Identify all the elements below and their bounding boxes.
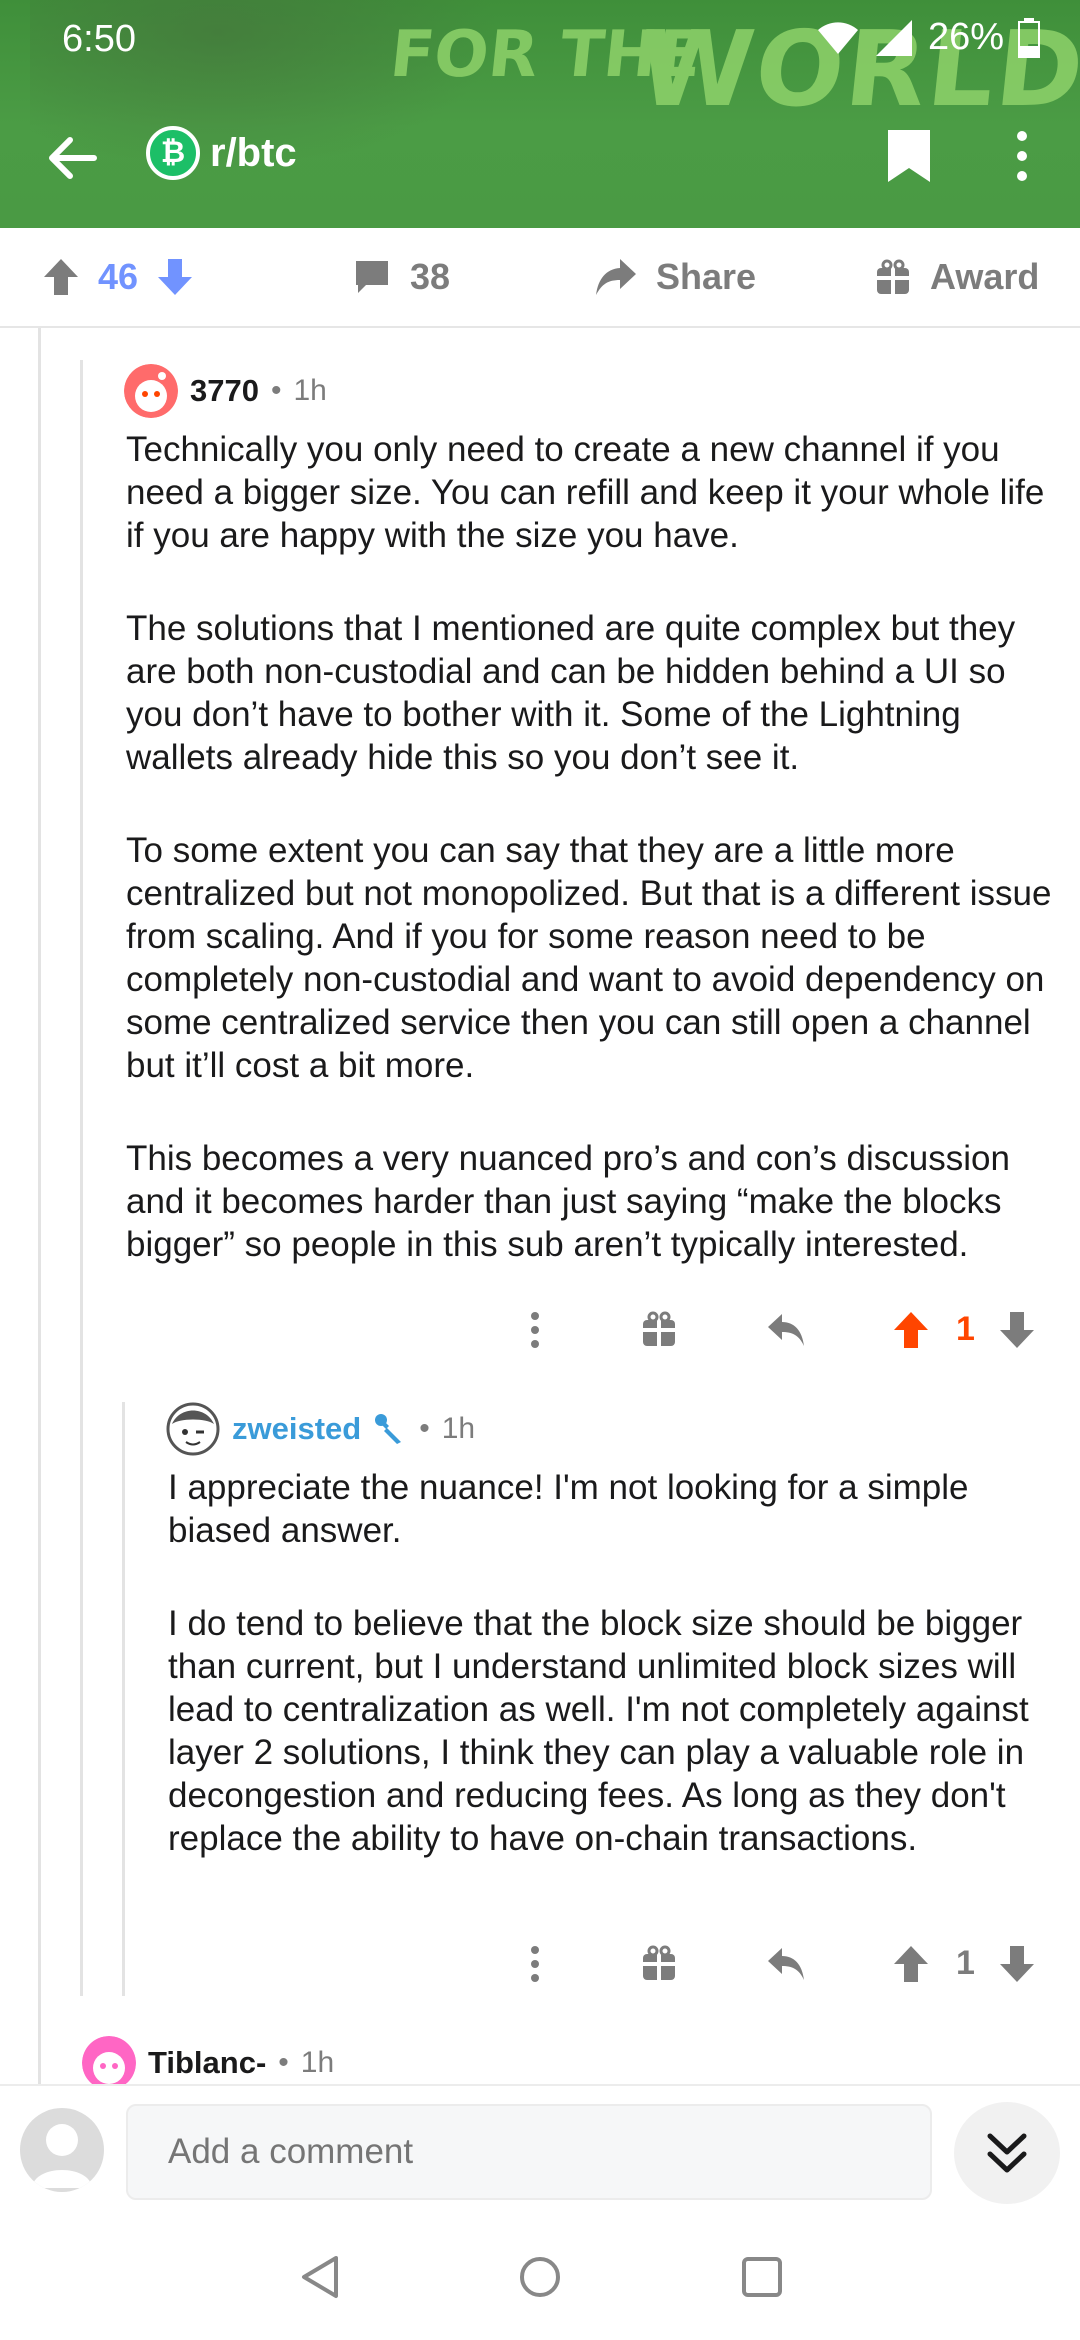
- comment-paragraph: This becomes a very nuanced pro’s and co…: [126, 1139, 1010, 1264]
- post-header-banner: FOR THE WORLD? 6:50 26% ₿ r/btc: [0, 0, 1080, 228]
- comment-header[interactable]: Tiblanc- • 1h: [82, 2036, 334, 2090]
- comment-paragraph: Technically you only need to create a ne…: [126, 430, 1045, 555]
- wifi-icon: [817, 21, 858, 54]
- wrench-flair-icon: [375, 1414, 402, 1444]
- comment-separator: •: [419, 1412, 430, 1445]
- thread-line-level-0[interactable]: [38, 328, 41, 2084]
- battery-icon: [1018, 17, 1040, 58]
- comment-paragraph: To some extent you can say that they are…: [126, 831, 1052, 1085]
- avatar[interactable]: [82, 2036, 136, 2090]
- subreddit-name: r/btc: [210, 130, 297, 175]
- reply-icon[interactable]: [766, 1312, 806, 1348]
- comment-header[interactable]: 3770 • 1h: [124, 364, 327, 418]
- cellular-signal-icon: [875, 19, 912, 56]
- double-chevron-down-icon: [987, 2133, 1027, 2173]
- comment-time: 1h: [441, 1412, 476, 1445]
- bookmark-icon[interactable]: [884, 126, 934, 186]
- more-options-icon[interactable]: [520, 1934, 550, 1994]
- post-vote-group: 46: [42, 256, 194, 298]
- gift-icon[interactable]: [640, 1944, 678, 1982]
- comment-paragraph: I appreciate the nuance! I'm not looking…: [168, 1468, 969, 1550]
- upvote-icon[interactable]: [892, 1944, 930, 1984]
- share-button[interactable]: Share: [594, 256, 756, 298]
- comment-separator: •: [270, 374, 282, 407]
- nav-recents-icon[interactable]: [740, 2254, 784, 2300]
- gift-icon[interactable]: [640, 1310, 678, 1348]
- nav-home-icon[interactable]: [518, 2254, 562, 2300]
- more-options-icon[interactable]: [1006, 126, 1038, 186]
- subreddit-link[interactable]: ₿ r/btc: [146, 126, 297, 180]
- comment-time: 1h: [300, 2046, 335, 2079]
- downvote-icon[interactable]: [998, 1310, 1036, 1350]
- comment-body[interactable]: I appreciate the nuance! I'm not looking…: [168, 1466, 1058, 1860]
- upvote-icon[interactable]: [42, 257, 80, 297]
- comments-button[interactable]: 38: [352, 256, 450, 298]
- subreddit-icon: ₿: [146, 126, 200, 180]
- gift-icon: [877, 259, 909, 294]
- comment-score: 1: [956, 1944, 975, 1982]
- comment-author[interactable]: 3770: [190, 373, 259, 409]
- comment-header[interactable]: zweisted • 1h: [166, 1402, 475, 1456]
- user-avatar[interactable]: [20, 2108, 104, 2192]
- thread-line-level-2[interactable]: [122, 1402, 125, 1996]
- comment-body[interactable]: Technically you only need to create a ne…: [126, 428, 1056, 1266]
- back-arrow-icon[interactable]: [44, 130, 100, 186]
- post-action-bar: 46 38 Share Award: [0, 228, 1080, 328]
- nav-back-icon[interactable]: [298, 2254, 342, 2300]
- reply-icon[interactable]: [766, 1946, 806, 1982]
- app-bar: ₿ r/btc: [0, 112, 1080, 204]
- award-label: Award: [930, 256, 1040, 297]
- comment-author[interactable]: zweisted: [232, 1411, 361, 1447]
- comment-composer-bar: [0, 2084, 1080, 2214]
- comment-bubble-icon: [356, 261, 388, 293]
- more-options-icon[interactable]: [520, 1300, 550, 1360]
- status-icons: 26%: [816, 16, 1040, 59]
- comment-time: 1h: [293, 374, 327, 407]
- add-comment-input[interactable]: [126, 2104, 932, 2200]
- battery-percent: 26%: [927, 16, 1004, 58]
- upvote-icon[interactable]: [892, 1310, 930, 1350]
- status-time: 6:50: [62, 18, 136, 60]
- comment-score: 1: [956, 1310, 975, 1348]
- comment-separator: •: [278, 2046, 289, 2079]
- avatar[interactable]: [166, 1402, 220, 1456]
- comment-count: 38: [410, 256, 451, 297]
- downvote-icon[interactable]: [998, 1944, 1036, 1984]
- comment-actions: 1: [520, 1934, 1080, 1994]
- award-button[interactable]: Award: [874, 256, 1039, 298]
- thread-line-level-1[interactable]: [80, 360, 83, 1996]
- share-label: Share: [656, 256, 757, 297]
- system-navigation-bar: [0, 2214, 1080, 2340]
- comment-paragraph: I do tend to believe that the block size…: [168, 1604, 1029, 1858]
- user-silhouette-icon: [32, 2124, 92, 2188]
- jump-to-next-comment-button[interactable]: [954, 2102, 1060, 2204]
- share-arrow-icon: [596, 259, 636, 295]
- status-bar: 6:50 26%: [0, 0, 1080, 80]
- comment-actions: 1: [520, 1300, 1080, 1360]
- post-score: 46: [98, 256, 139, 297]
- comment-paragraph: The solutions that I mentioned are quite…: [126, 609, 1016, 777]
- downvote-icon[interactable]: [156, 257, 194, 297]
- avatar[interactable]: [124, 364, 178, 418]
- comment-author[interactable]: Tiblanc-: [148, 2045, 266, 2081]
